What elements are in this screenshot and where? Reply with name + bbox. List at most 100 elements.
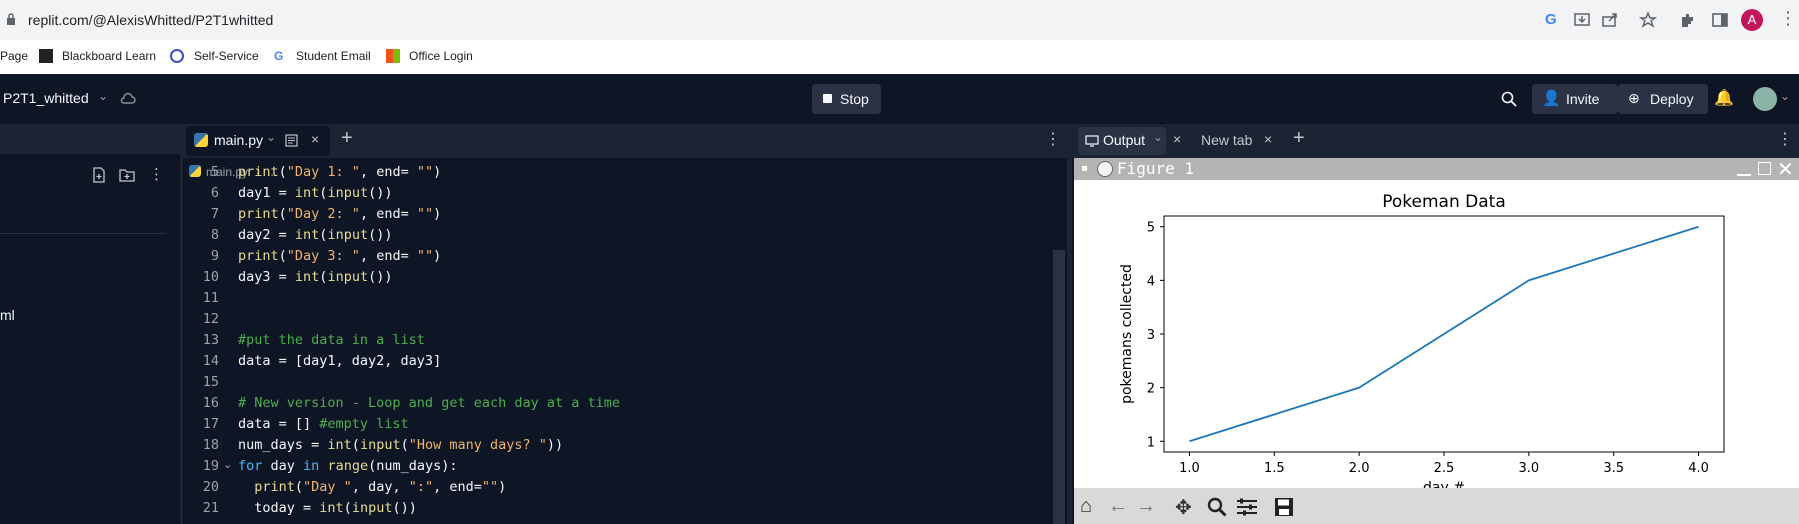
code-line[interactable]: num_days = int(input("How many days? ")) [238,437,563,453]
python-icon [194,133,208,147]
add-tab-icon[interactable]: + [1293,127,1305,150]
close-icon[interactable]: × [311,131,319,147]
editor-menu-icon[interactable]: ⋮ [1045,129,1061,149]
line-chart: Pokeman Data pokemans collected day # 1.… [1119,192,1725,488]
figure-title: Figure 1 [1117,159,1195,178]
sidebar-file-item[interactable]: ml [0,307,15,323]
extensions-icon[interactable] [1679,11,1697,29]
line-number: 9 [210,248,219,264]
code-line[interactable]: data = [] #empty list [238,416,409,432]
line-number: 7 [210,206,219,222]
tab-output[interactable]: Output ⌄ [1078,127,1166,155]
bookmark-blackboard[interactable]: Blackboard Learn [62,49,156,63]
zoom-icon[interactable] [1207,497,1227,517]
invite-button[interactable]: 👤 Invite [1532,84,1618,114]
monitor-icon [1085,135,1099,147]
menu-icon[interactable]: ⋮ [1779,8,1797,29]
google-icon[interactable]: G [1545,11,1557,28]
share-icon[interactable] [1601,11,1619,29]
code-line[interactable]: #put the data in a list [238,332,425,348]
code-line[interactable]: print("Day 3: ", end= "") [238,248,441,264]
bookmark-student-email[interactable]: Student Email [296,49,371,63]
code-line[interactable]: day3 = int(input()) [238,269,392,285]
profile-avatar[interactable]: A [1741,9,1763,31]
new-folder-icon[interactable] [119,168,135,182]
file-sidebar [0,124,180,524]
editor-scrollbar[interactable] [1053,250,1065,524]
self-service-icon [170,49,184,63]
chart-title: Pokeman Data [1382,192,1506,212]
project-name[interactable]: P2T1_whitted [3,90,89,106]
side-panel-icon[interactable] [1711,11,1729,29]
url-text[interactable]: replit.com/@AlexisWhitted/P2T1whitted [28,12,273,28]
code-line[interactable]: # New version - Loop and get each day at… [238,395,620,411]
minimize-icon[interactable] [1737,174,1751,176]
matplotlib-icon [1097,161,1113,177]
star-icon[interactable] [1639,11,1657,29]
y-tick-label: 5 [1147,221,1155,236]
sidebar-menu-icon[interactable]: ⋮ [149,165,164,183]
back-icon[interactable]: ← [1108,495,1128,518]
line-number: 5 [210,164,219,180]
avatar[interactable] [1753,87,1777,111]
bell-icon[interactable]: 🔔 [1714,88,1734,108]
x-tick-label: 1.0 [1179,461,1200,476]
bookmark-office-login[interactable]: Office Login [409,49,473,63]
cloud-icon [120,92,136,104]
code-line[interactable]: today = int(input()) [238,500,417,516]
code-line[interactable]: for day in range(num_days): [238,458,457,474]
close-window-icon[interactable]: ✕ [1777,157,1794,182]
stop-button[interactable]: Stop [812,84,881,114]
code-line[interactable]: print("Day ", day, ":", end="") [238,479,506,495]
deploy-button[interactable]: ⊕ Deploy [1618,84,1708,114]
y-tick-label: 1 [1147,435,1155,450]
sidebar-divider [0,233,165,234]
line-number: 20 [202,479,219,495]
bookmark-page[interactable]: Page [0,49,28,63]
search-icon[interactable] [1500,90,1518,108]
output-tab-label: Output [1103,132,1146,148]
install-icon[interactable] [1573,11,1591,29]
pan-icon[interactable]: ✥ [1175,495,1192,520]
line-number: 12 [202,311,219,327]
code-line[interactable]: print("Day 1: ", end= "") [238,164,441,180]
configure-subplots-icon[interactable] [1236,497,1258,517]
new-file-icon[interactable] [92,167,106,183]
tab-main-py[interactable]: main.py ⌄ × [186,126,330,156]
y-tick-label: 3 [1147,328,1155,343]
line-number: 19 [202,458,219,474]
save-icon[interactable] [1274,497,1294,517]
avatar-chevron-icon[interactable]: ⌄ [1780,89,1790,103]
code-line[interactable]: data = [day1, day2, day3] [238,353,441,369]
chevron-down-icon[interactable]: ⌄ [98,89,108,103]
browser-url-bar[interactable]: replit.com/@AlexisWhitted/P2T1whitted G … [0,0,1799,41]
stop-icon [823,94,832,103]
x-tick-label: 2.0 [1349,461,1370,476]
code-line[interactable]: day1 = int(input()) [238,185,392,201]
window-menu-icon[interactable] [1082,166,1087,171]
tab-new-tab[interactable]: New tab [1201,132,1252,148]
forward-icon[interactable]: → [1136,495,1156,518]
maximize-icon[interactable] [1758,162,1771,175]
chevron-down-icon[interactable]: ⌄ [1153,130,1163,144]
bookmarks-bar: Page Blackboard Learn Self-Service G Stu… [0,40,1799,75]
close-icon[interactable]: × [1264,131,1272,147]
series-line [1189,225,1699,443]
home-icon[interactable]: ⌂ [1080,495,1092,518]
add-tab-icon[interactable]: + [341,127,353,150]
fold-chevron-icon[interactable]: ⌄ [223,458,232,471]
blackboard-icon [39,49,53,63]
code-line[interactable]: print("Day 2: ", end= "") [238,206,441,222]
tab-label: main.py [214,132,264,148]
lock-icon [7,13,15,25]
x-axis-label: day # [1423,480,1465,488]
output-menu-icon[interactable]: ⋮ [1777,129,1793,149]
code-line[interactable]: day2 = int(input()) [238,227,392,243]
chevron-down-icon[interactable]: ⌄ [266,130,276,144]
bookmark-self-service[interactable]: Self-Service [194,49,259,63]
x-tick-label: 4.0 [1688,461,1709,476]
line-number: 8 [210,227,219,243]
format-icon[interactable] [285,134,298,147]
x-tick-label: 3.0 [1519,461,1540,476]
close-icon[interactable]: × [1173,131,1181,147]
